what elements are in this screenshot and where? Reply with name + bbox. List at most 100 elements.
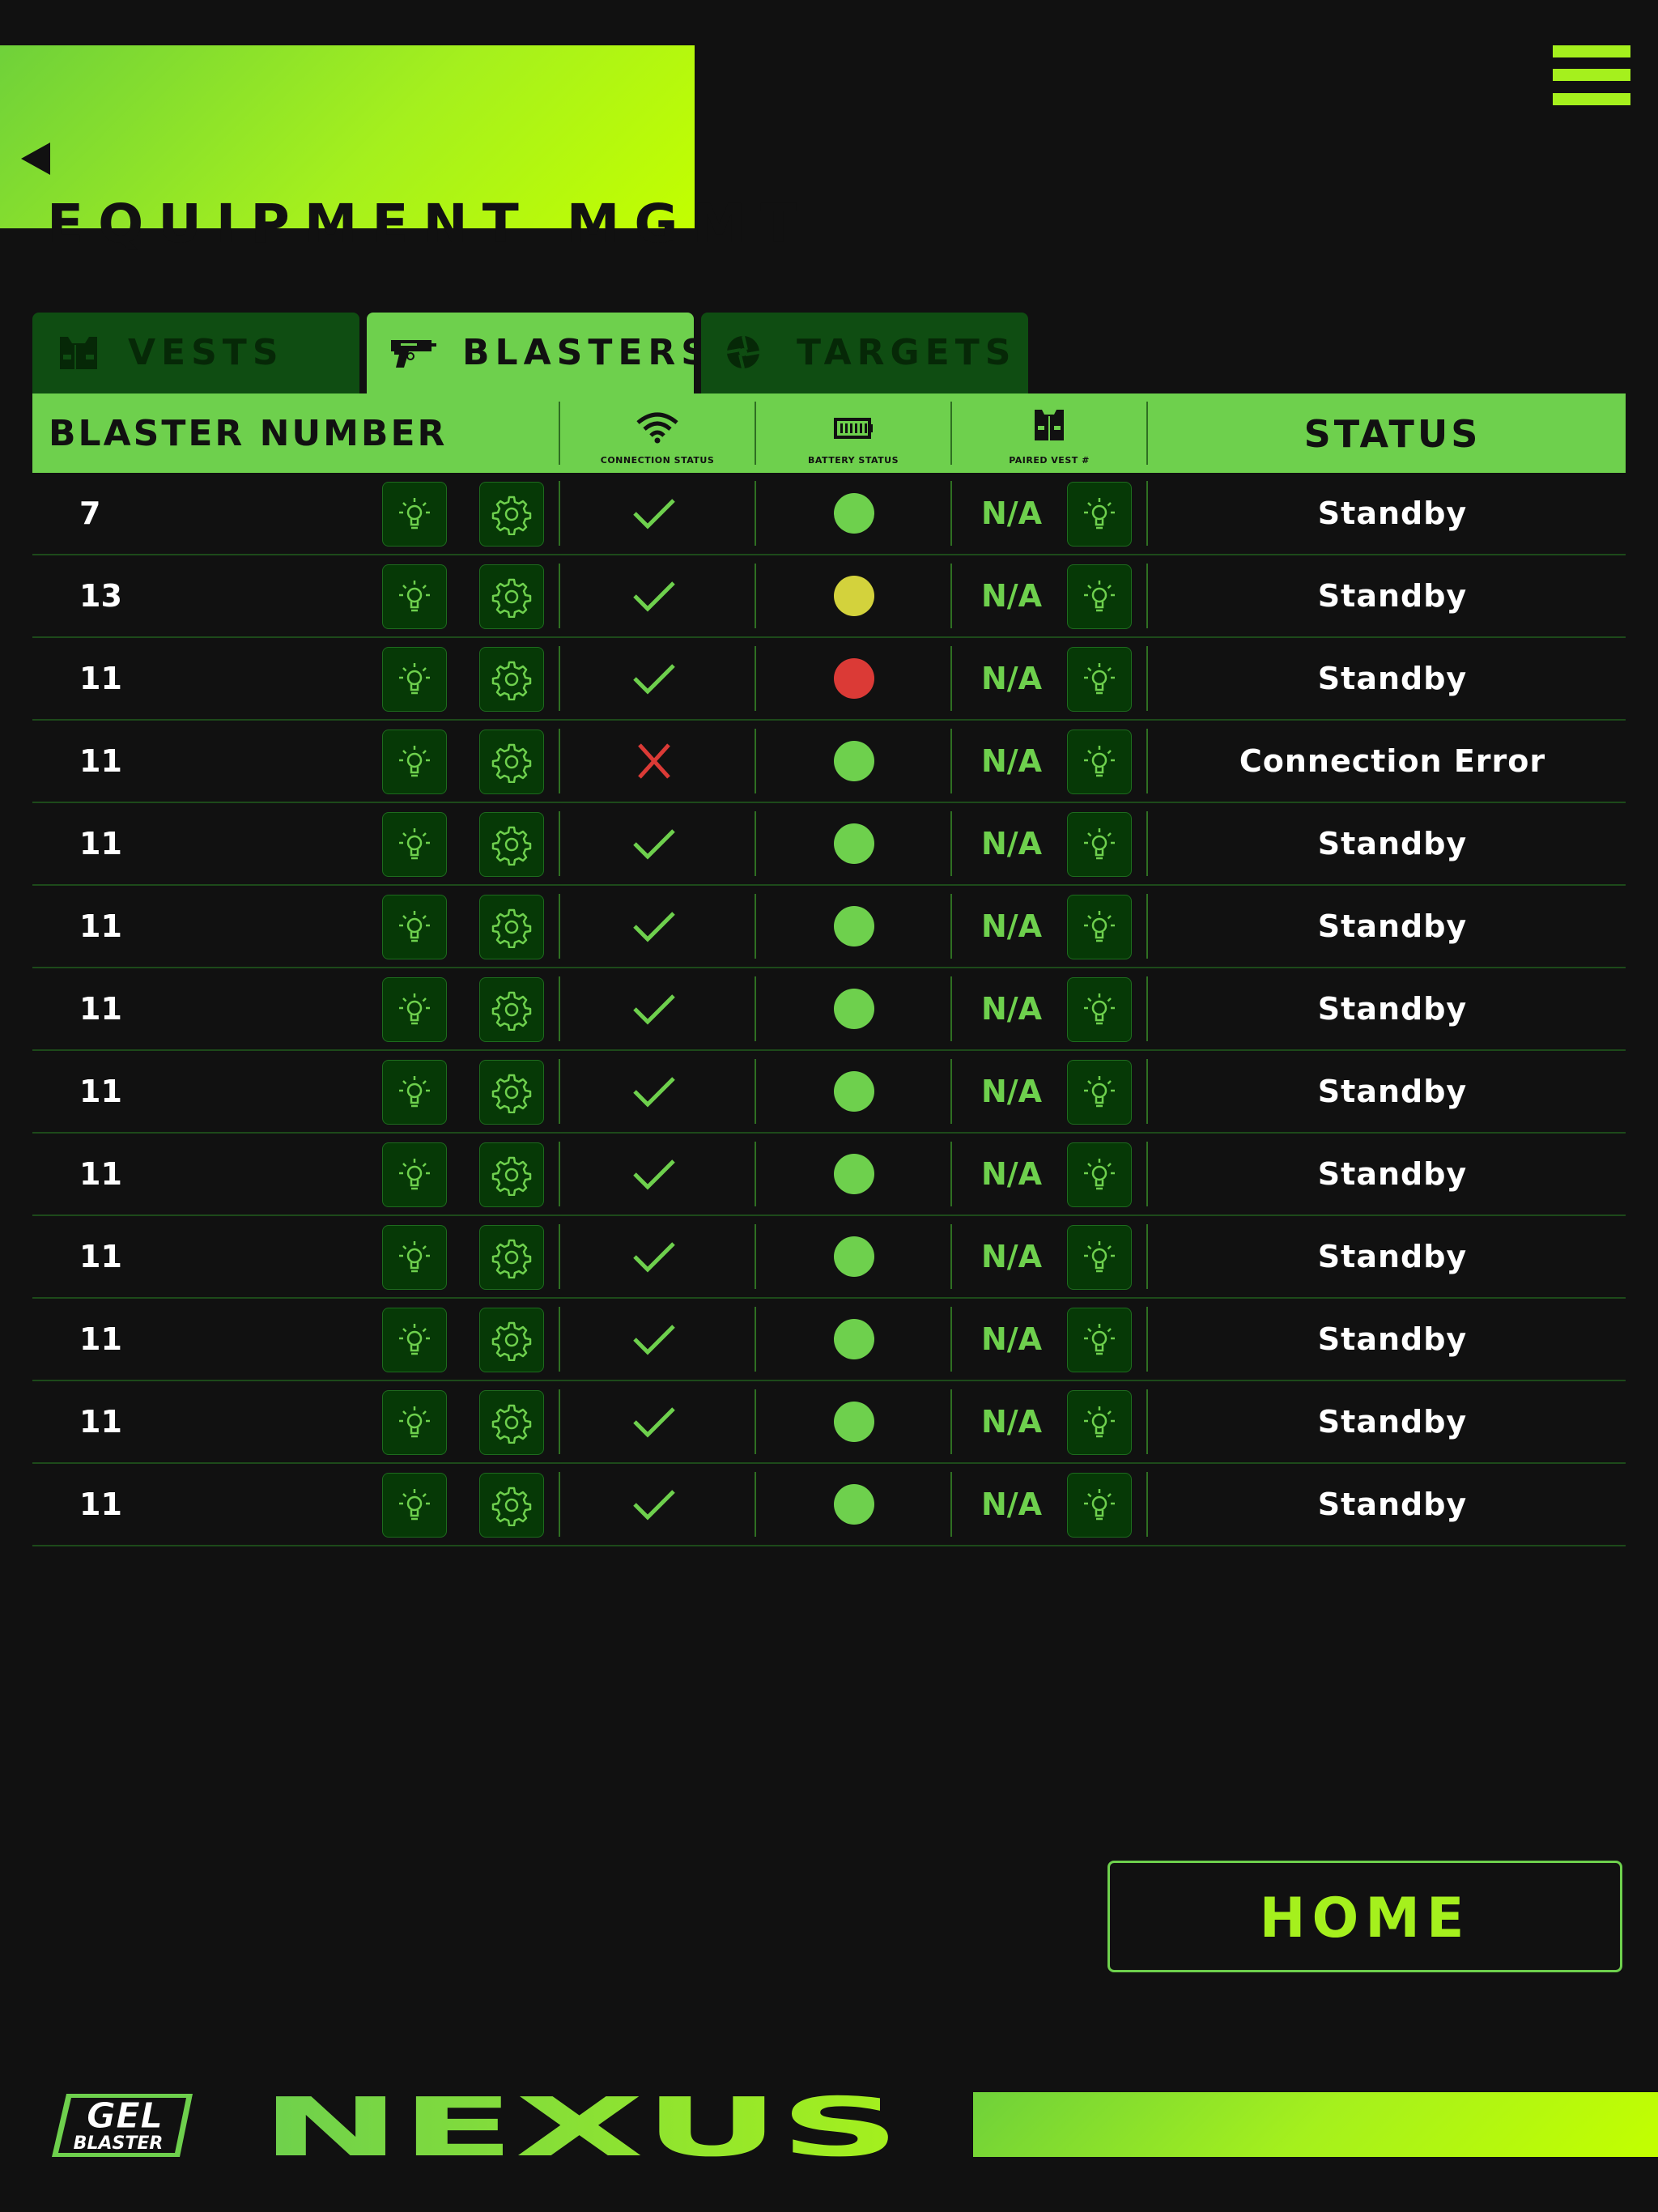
tab-blasters[interactable]: BLASTERS (367, 313, 707, 393)
nexus-logo: NEXUS (261, 2091, 900, 2160)
column-divider (950, 646, 952, 711)
blaster-settings-button[interactable] (479, 647, 544, 712)
battery-indicator (834, 741, 874, 781)
identify-vest-button[interactable] (1067, 1390, 1132, 1455)
identify-vest-button[interactable] (1067, 564, 1132, 629)
identify-vest-button[interactable] (1067, 895, 1132, 959)
home-button[interactable]: HOME (1107, 1861, 1622, 1972)
blaster-settings-button[interactable] (479, 482, 544, 547)
paired-vest-value: N/A (981, 661, 1043, 696)
blaster-settings-button[interactable] (479, 1225, 544, 1290)
paired-vest-value: N/A (981, 826, 1043, 861)
blaster-settings-button[interactable] (479, 1390, 544, 1455)
blaster-number: 11 (79, 1074, 122, 1109)
column-divider (755, 729, 756, 793)
status-text: Connection Error (1239, 743, 1546, 779)
identify-blaster-button[interactable] (382, 730, 447, 794)
table-row: 11 N/A Standby (32, 1216, 1626, 1299)
table-row: 11 N/A Standby (32, 1134, 1626, 1216)
blaster-settings-button[interactable] (479, 1308, 544, 1372)
hamburger-menu-icon[interactable] (1553, 45, 1630, 105)
identify-blaster-button[interactable] (382, 482, 447, 547)
table-row: 11 N/A Standby (32, 638, 1626, 721)
identify-blaster-button[interactable] (382, 1225, 447, 1290)
table-row: 11 N/A Standby (32, 886, 1626, 968)
identify-vest-button[interactable] (1067, 812, 1132, 877)
column-divider (755, 646, 756, 711)
identify-blaster-button[interactable] (382, 812, 447, 877)
identify-vest-button[interactable] (1067, 647, 1132, 712)
status-text: Standby (1317, 1239, 1468, 1274)
blaster-settings-button[interactable] (479, 730, 544, 794)
lightbulb-icon (399, 1076, 430, 1108)
identify-vest-button[interactable] (1067, 977, 1132, 1042)
lightbulb-icon (399, 581, 430, 612)
tab-targets[interactable]: TARGETS (701, 313, 1028, 393)
battery-indicator (834, 906, 874, 946)
lightbulb-icon (1084, 746, 1115, 777)
table-row: 7 N/A Standby (32, 473, 1626, 555)
lightbulb-icon (399, 1406, 430, 1438)
blaster-number: 11 (79, 826, 122, 861)
identify-blaster-button[interactable] (382, 1390, 447, 1455)
tab-vests[interactable]: VESTS (32, 313, 359, 393)
gear-icon (491, 1074, 532, 1113)
lightbulb-icon (399, 663, 430, 695)
identify-vest-button[interactable] (1067, 1060, 1132, 1125)
blaster-settings-button[interactable] (479, 895, 544, 959)
check-icon (633, 1159, 675, 1190)
column-divider (559, 1472, 560, 1537)
identify-blaster-button[interactable] (382, 895, 447, 959)
blaster-number: 11 (79, 743, 122, 779)
back-arrow-icon[interactable] (19, 141, 52, 177)
blaster-settings-button[interactable] (479, 1142, 544, 1207)
paired-vest-value: N/A (981, 1487, 1043, 1522)
identify-blaster-button[interactable] (382, 564, 447, 629)
identify-blaster-button[interactable] (382, 1060, 447, 1125)
blaster-number: 11 (79, 991, 122, 1027)
identify-vest-button[interactable] (1067, 1473, 1132, 1538)
identify-blaster-button[interactable] (382, 1308, 447, 1372)
identify-vest-button[interactable] (1067, 1225, 1132, 1290)
gear-icon (491, 1487, 532, 1526)
status-text: Standby (1317, 1074, 1468, 1109)
blaster-settings-button[interactable] (479, 564, 544, 629)
identify-blaster-button[interactable] (382, 977, 447, 1042)
battery-indicator (834, 576, 874, 616)
table-row: 13 N/A Standby (32, 555, 1626, 638)
identify-vest-button[interactable] (1067, 1142, 1132, 1207)
battery-indicator (834, 1484, 874, 1525)
identify-blaster-button[interactable] (382, 1142, 447, 1207)
column-divider (950, 481, 952, 546)
battery-indicator (834, 1402, 874, 1442)
column-divider (559, 1059, 560, 1124)
lightbulb-icon (399, 746, 430, 777)
identify-blaster-button[interactable] (382, 647, 447, 712)
footer-accent-bar (973, 2092, 1658, 2157)
lightbulb-icon (1084, 911, 1115, 942)
tab-label: VESTS (128, 332, 284, 373)
table-header: BLASTER NUMBER CONNECTION STATUS BATTERY… (32, 393, 1626, 473)
column-divider (755, 1059, 756, 1124)
blaster-settings-button[interactable] (479, 1473, 544, 1538)
blaster-settings-button[interactable] (479, 812, 544, 877)
wifi-icon (636, 412, 678, 444)
identify-blaster-button[interactable] (382, 1473, 447, 1538)
identify-vest-button[interactable] (1067, 482, 1132, 547)
blaster-settings-button[interactable] (479, 977, 544, 1042)
identify-vest-button[interactable] (1067, 1308, 1132, 1372)
paired-vest-value: N/A (981, 1156, 1043, 1192)
identify-vest-button[interactable] (1067, 730, 1132, 794)
status-text: Standby (1317, 1321, 1468, 1357)
blaster-number: 11 (79, 1321, 122, 1357)
column-divider (559, 894, 560, 959)
blaster-settings-button[interactable] (479, 1060, 544, 1125)
gear-icon (491, 826, 532, 866)
lightbulb-icon (399, 1489, 430, 1521)
status-text: Standby (1317, 826, 1468, 861)
column-divider (755, 894, 756, 959)
lightbulb-icon (1084, 1159, 1115, 1190)
column-divider (950, 729, 952, 793)
check-icon (633, 1242, 675, 1273)
blaster-number: 11 (79, 1487, 122, 1522)
